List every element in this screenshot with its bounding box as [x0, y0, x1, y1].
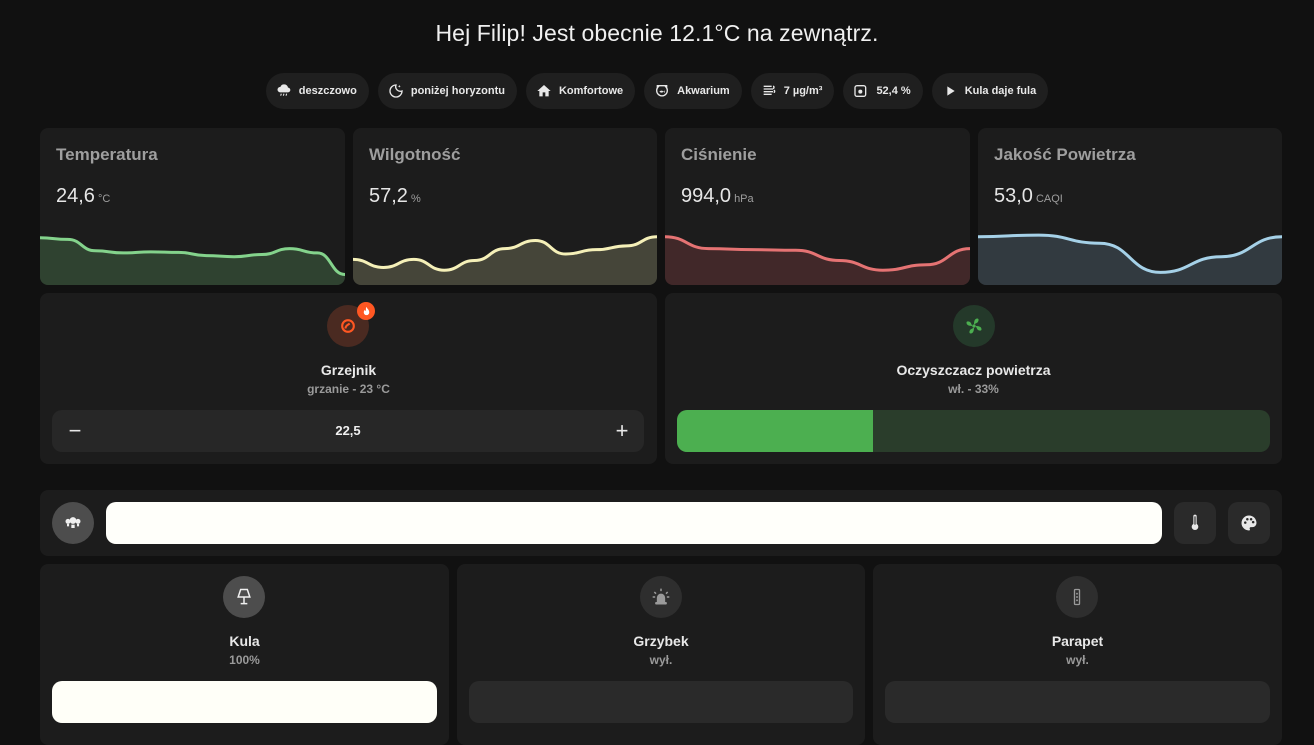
light-card-parapet: Parapet wył.: [873, 564, 1282, 745]
light-brightness-slider[interactable]: [469, 681, 853, 723]
sensor-card-air-quality[interactable]: Jakość Powietrza 53,0 CAQI: [978, 128, 1282, 285]
purifier-speed-fill: [677, 410, 873, 452]
water-percent-icon: [854, 85, 867, 97]
purifier-icon-button[interactable]: [953, 305, 995, 347]
chip-label: Akwarium: [677, 85, 730, 97]
chips-bar: deszczowo poniżej horyzontu Komfortowe A…: [0, 73, 1314, 109]
light-name: Parapet: [1051, 633, 1104, 649]
purifier-speed-slider[interactable]: [677, 410, 1270, 452]
light-icon-button[interactable]: [640, 576, 682, 618]
sensor-history-graph: [353, 235, 657, 285]
weather-rainy-icon: [277, 84, 291, 96]
graph-area: [978, 235, 1282, 285]
lights-group-brightness-slider[interactable]: [106, 502, 1162, 544]
chip-label: 7 µg/m³: [783, 85, 823, 97]
sensor-value: 57,2%: [369, 185, 421, 207]
sensor-card-pressure[interactable]: Ciśnienie 994,0 hPa: [665, 128, 970, 285]
chip-label: 52,4 %: [876, 85, 911, 97]
light-state: wył.: [1066, 653, 1089, 667]
lights-group-brightness-fill: [106, 502, 1162, 544]
sensor-history-graph: [978, 233, 1282, 285]
heater-name: Grzejnik: [320, 362, 377, 378]
sensor-card-temperature[interactable]: Temperatura 24,6 °C: [40, 128, 345, 285]
lightbulb-group-icon: [65, 517, 81, 528]
play-icon: [947, 86, 955, 96]
greeting-title: Hej Filip! Jest obecnie 12.1°C na zewnąt…: [435, 20, 879, 46]
fire-icon: [363, 306, 369, 315]
light-icon-button[interactable]: [223, 576, 265, 618]
heater-state: grzanie - 23 °C: [307, 382, 390, 396]
light-state: 100%: [229, 653, 260, 667]
increase-button[interactable]: +: [600, 410, 644, 452]
lamp-icon: [237, 588, 251, 605]
light-brightness-slider[interactable]: [52, 681, 437, 723]
target-temperature: 22,5: [335, 423, 361, 438]
sensor-value: 994,0 hPa: [681, 185, 754, 207]
chip-sun[interactable]: poniżej horyzontu: [377, 73, 517, 109]
home-icon: [537, 85, 551, 97]
chip-home[interactable]: Komfortowe: [525, 73, 636, 109]
sensor-title: Jakość Powietrza: [994, 145, 1136, 164]
light-name: Kula: [229, 633, 260, 649]
color-palette-button[interactable]: [1228, 502, 1270, 544]
heating-badge: [357, 302, 375, 320]
lights-group-icon-button[interactable]: [52, 502, 94, 544]
chip-pm[interactable]: 7 µg/m³: [750, 73, 835, 109]
heater-card: Grzejnik grzanie - 23 °C − 22,5 +: [40, 293, 657, 464]
chip-weather[interactable]: deszczowo: [265, 73, 369, 109]
radiator-icon: [341, 319, 355, 333]
sensor-value: 24,6 °C: [56, 185, 111, 207]
light-icon-button[interactable]: [1056, 576, 1098, 618]
color-temperature-button[interactable]: [1174, 502, 1216, 544]
light-brightness-slider[interactable]: [885, 681, 1270, 723]
light-card-grzybek: Grzybek wył.: [457, 564, 865, 745]
temperature-stepper: − 22,5 +: [52, 410, 644, 452]
lights-group-card: [40, 490, 1282, 556]
sensor-card-humidity[interactable]: Wilgotność 57,2%: [353, 128, 657, 285]
light-card-kula: Kula 100%: [40, 564, 449, 745]
sensor-title: Temperatura: [56, 145, 158, 164]
moon-icon: [389, 84, 403, 98]
sensor-value: 53,0 CAQI: [994, 185, 1063, 207]
light-state: wył.: [649, 653, 673, 667]
thermometer-icon: [1191, 514, 1199, 531]
fishbowl-icon: [656, 85, 669, 97]
chip-label: poniżej horyzontu: [410, 85, 505, 97]
chip-humidity[interactable]: 52,4 %: [843, 73, 923, 109]
sensor-history-graph: [40, 236, 345, 285]
chip-label: Komfortowe: [558, 85, 624, 97]
light-name: Grzybek: [633, 633, 689, 649]
chip-label: Kula daje fula: [964, 85, 1037, 97]
fan-icon: [966, 318, 982, 334]
led-strip-icon: [1073, 588, 1081, 606]
graph-area: [40, 237, 345, 285]
purifier-state: wł. - 33%: [948, 382, 999, 396]
chip-aquarium[interactable]: Akwarium: [644, 73, 742, 109]
purifier-card: Oczyszczacz powietrza wł. - 33%: [665, 293, 1282, 464]
sensor-title: Wilgotność: [369, 145, 461, 164]
graph-area: [353, 236, 657, 285]
air-filter-icon: [763, 85, 776, 95]
alarm-light-icon: [652, 588, 670, 605]
purifier-name: Oczyszczacz powietrza: [896, 362, 1051, 378]
chip-media[interactable]: Kula daje fula: [931, 73, 1049, 109]
sensor-title: Ciśnienie: [681, 145, 757, 164]
graph-area: [665, 236, 970, 285]
chip-label: deszczowo: [298, 85, 357, 97]
palette-icon: [1241, 515, 1257, 531]
sensor-history-graph: [665, 235, 970, 285]
